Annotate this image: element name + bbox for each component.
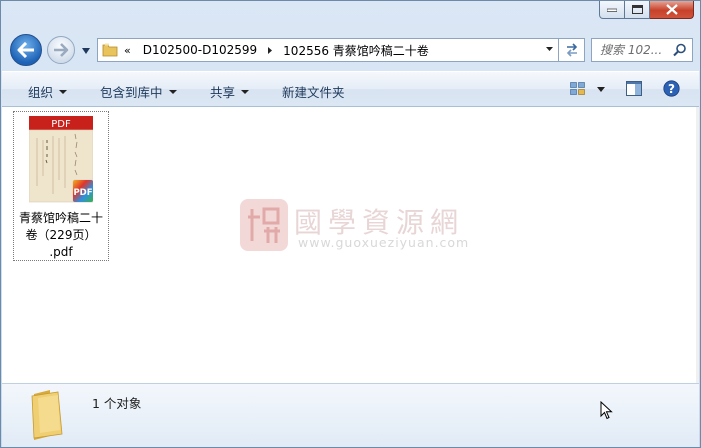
chevron-down-icon (59, 89, 68, 94)
new-folder-button[interactable]: 新建文件夹 (282, 82, 345, 101)
thumb-badge-text: PDF (51, 119, 71, 130)
file-name-line-1: 青蔡馆吟稿二十 (18, 211, 103, 225)
minimize-button[interactable] (599, 1, 625, 19)
organize-menu[interactable]: 组织 (28, 82, 68, 101)
address-bar[interactable]: « D102500-D102599 102556 青蔡馆吟稿二十卷 (97, 38, 559, 62)
caption-buttons (599, 1, 694, 19)
refresh-button[interactable] (559, 38, 585, 62)
scroll-edge (696, 107, 699, 383)
recent-pages-dropdown-icon[interactable] (81, 47, 91, 55)
file-name: 青蔡馆吟稿二十 卷（229页） .pdf (14, 210, 108, 261)
overflow-chevron[interactable]: « (124, 44, 131, 57)
watermark-logo-icon (240, 199, 288, 251)
watermark-url: www.guoxueziyuan.com (298, 235, 470, 250)
type-badge-text: PDF (73, 188, 92, 198)
share-label: 共享 (210, 85, 236, 100)
maximize-button[interactable] (625, 1, 650, 19)
explorer-window: « D102500-D102599 102556 青蔡馆吟稿二十卷 组织 包含到… (0, 0, 701, 448)
details-pane: 1 个对象 (2, 383, 699, 447)
command-bar: 组织 包含到库中 共享 新建文件夹 ? (2, 71, 699, 107)
pdf-thumbnail: PDF PDF (29, 116, 93, 203)
file-list-view[interactable]: PDF PDF 青蔡馆吟稿二十 卷（229页） .pdf 國學資源網 www.g… (2, 107, 699, 383)
include-in-library-menu[interactable]: 包含到库中 (100, 82, 177, 101)
arrow-right-icon (54, 43, 69, 57)
search-input[interactable] (598, 42, 676, 58)
forward-button[interactable] (47, 36, 75, 64)
chevron-down-icon (168, 89, 177, 94)
file-name-line-2: 卷（229页） (25, 228, 97, 242)
pdf-icon: PDF (72, 179, 93, 203)
address-dropdown-icon[interactable] (545, 45, 554, 53)
search-box[interactable] (591, 38, 693, 62)
organize-label: 组织 (28, 85, 54, 100)
back-button[interactable] (10, 34, 42, 66)
close-button[interactable] (650, 1, 694, 19)
minimize-icon (607, 8, 617, 12)
item-count: 1 个对象 (92, 396, 142, 411)
chevron-down-icon (241, 89, 250, 94)
breadcrumb-current[interactable]: 102556 青蔡馆吟稿二十卷 (279, 42, 433, 59)
breadcrumb-separator-icon[interactable] (267, 46, 273, 55)
file-name-line-3: .pdf (49, 245, 73, 259)
breadcrumb-parent[interactable]: D102500-D102599 (139, 43, 261, 57)
maximize-icon (631, 4, 643, 14)
refresh-icon (566, 43, 577, 57)
file-item-pdf[interactable]: PDF PDF 青蔡馆吟稿二十 卷（229页） .pdf (13, 111, 109, 261)
help-icon[interactable]: ? (663, 80, 680, 97)
folder-large-icon (31, 390, 63, 440)
navigation-bar: « D102500-D102599 102556 青蔡馆吟稿二十卷 (1, 31, 700, 69)
share-menu[interactable]: 共享 (210, 82, 250, 101)
svg-text:?: ? (668, 82, 675, 96)
view-options-icon[interactable] (570, 82, 586, 96)
view-dropdown-icon[interactable] (597, 87, 605, 93)
mouse-cursor-icon (600, 401, 613, 420)
arrow-left-icon (17, 42, 34, 58)
include-in-library-label: 包含到库中 (100, 85, 163, 100)
preview-pane-icon[interactable] (626, 81, 642, 96)
search-icon[interactable] (673, 43, 687, 57)
new-folder-label: 新建文件夹 (282, 85, 345, 100)
close-icon (665, 4, 678, 15)
folder-icon (102, 43, 118, 57)
